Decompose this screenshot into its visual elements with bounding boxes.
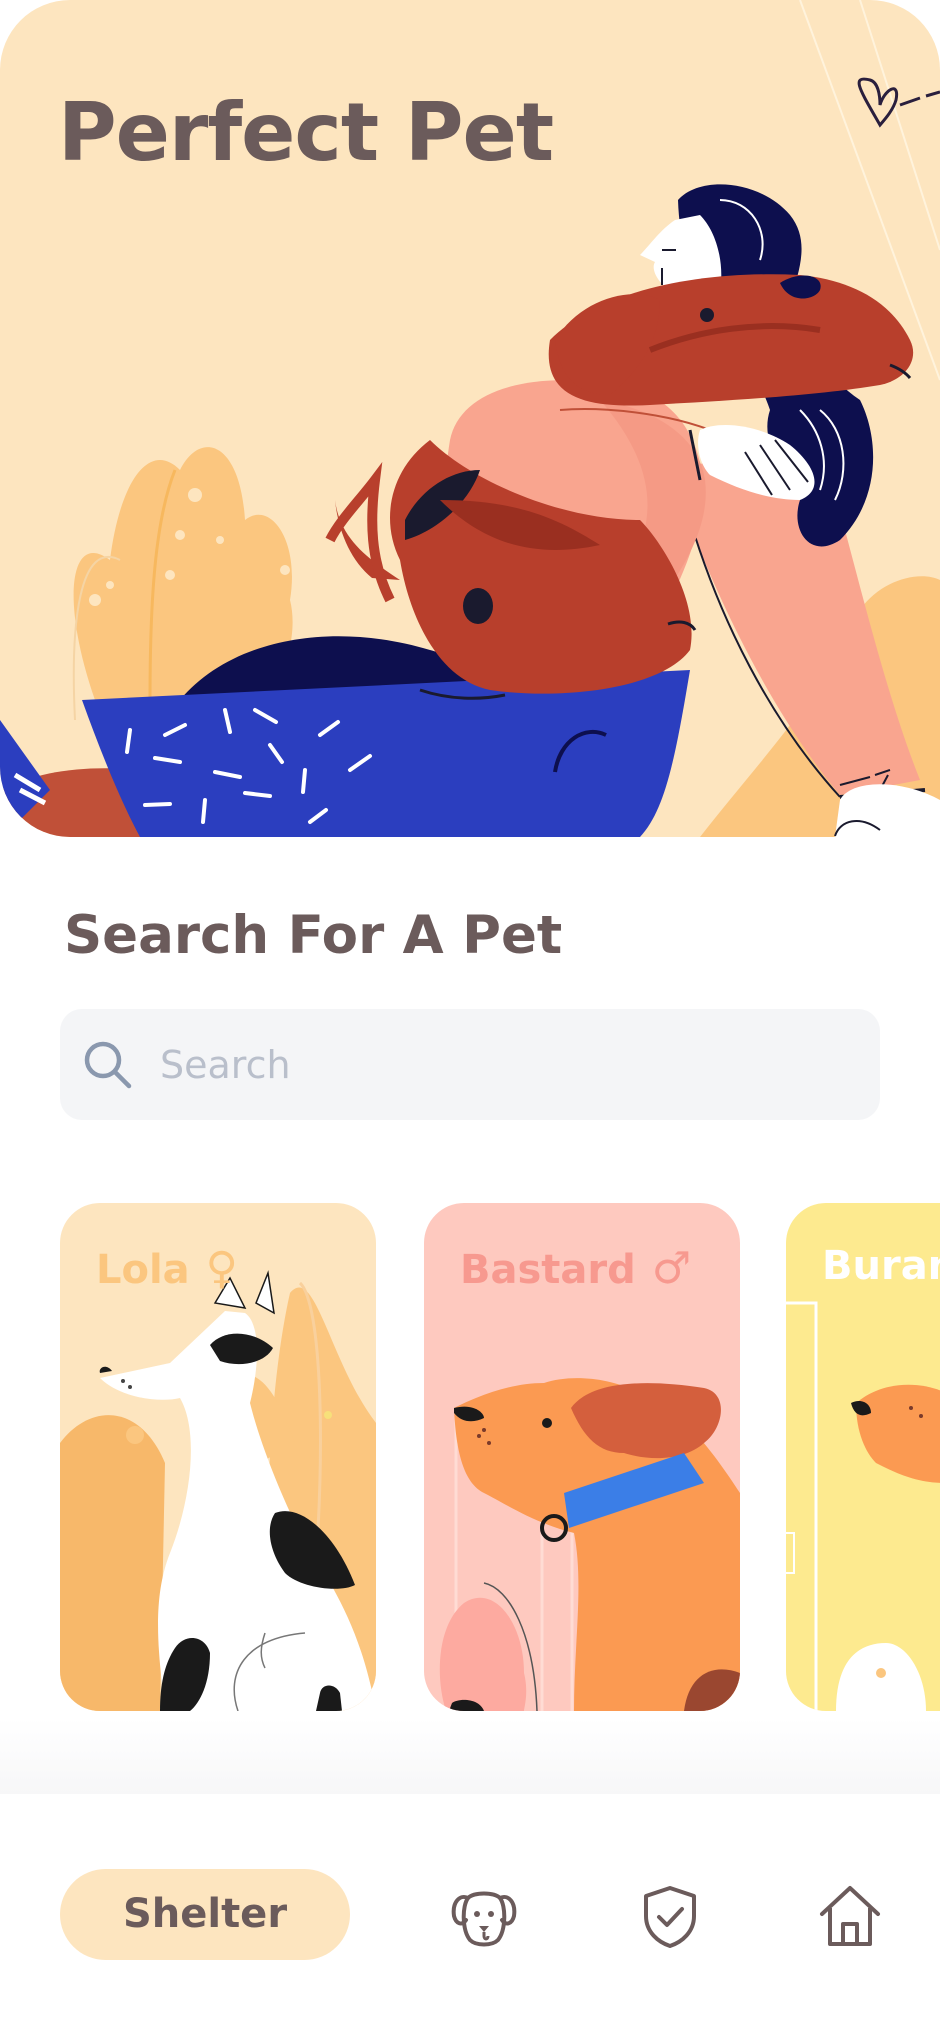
home-icon[interactable] xyxy=(814,1880,886,1952)
app-title: Perfect Pet xyxy=(58,86,554,179)
shelter-tab-button[interactable]: Shelter xyxy=(60,1869,350,1960)
hero-banner: Perfect Pet xyxy=(0,0,940,837)
female-icon: ♀ xyxy=(205,1243,238,1294)
male-icon: ♂ xyxy=(651,1243,692,1294)
nav-divider xyxy=(0,1718,940,1794)
pet-card-buran[interactable]: Buran xyxy=(786,1203,940,1711)
bottom-navigation: Shelter xyxy=(0,1794,940,2040)
dog-icon[interactable] xyxy=(448,1880,520,1952)
pet-name-bastard: Bastard ♂ xyxy=(460,1243,692,1294)
shield-check-icon[interactable] xyxy=(634,1880,706,1952)
pet-carousel[interactable]: Lola ♀ Bastard ♂ Bura xyxy=(0,1203,940,1711)
search-bar[interactable] xyxy=(60,1009,880,1120)
search-icon xyxy=(84,1041,132,1089)
search-section-title: Search For A Pet xyxy=(64,905,563,966)
pet-name-lola: Lola ♀ xyxy=(96,1243,238,1294)
pet-name-buran: Buran xyxy=(822,1243,940,1289)
pet-card-lola[interactable]: Lola ♀ xyxy=(60,1203,376,1711)
search-input[interactable] xyxy=(158,1029,852,1101)
pet-card-bastard[interactable]: Bastard ♂ xyxy=(424,1203,740,1711)
